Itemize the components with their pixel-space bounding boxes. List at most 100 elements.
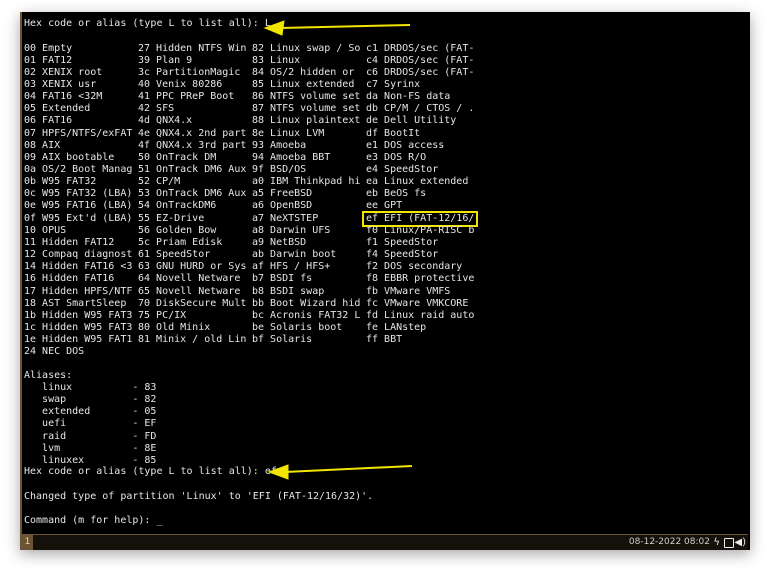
partition-type-entry: 11 Hidden FAT12: [24, 237, 114, 249]
partition-type-entry: c6 DRDOS/sec (FAT-: [366, 67, 474, 79]
partition-type-entry: be Solaris boot: [252, 322, 342, 334]
partition-type-entry: fd Linux raid auto: [366, 310, 474, 322]
partition-type-entry: 1b Hidden W95 FAT3: [24, 310, 132, 322]
partition-type-entry: 0c W95 FAT32 (LBA): [24, 188, 132, 200]
terminal-output[interactable]: Hex code or alias (type L to list all): …: [22, 12, 748, 535]
partition-type-entry: 0b W95 FAT32: [24, 176, 96, 188]
partition-type-entry: 54 OnTrackDM6: [138, 200, 216, 212]
partition-type-entry: 12 Compaq diagnost: [24, 249, 132, 261]
partition-type-entry: 86 NTFS volume set: [252, 91, 360, 103]
partition-type-entry: f2 DOS secondary: [366, 261, 462, 273]
partition-type-entry: 42 SFS: [138, 103, 174, 115]
partition-type-entry: 61 SpeedStor: [138, 249, 210, 261]
partition-type-entry: 53 OnTrack DM6 Aux: [138, 188, 246, 200]
partition-type-entry: af HFS / HFS+: [252, 261, 330, 273]
partition-type-entry: 01 FAT12: [24, 55, 72, 67]
partition-type-entry: 24 NEC DOS: [24, 346, 84, 358]
power-icon[interactable]: ϟ: [713, 537, 720, 548]
partition-type-entry: 0f W95 Ext'd (LBA): [24, 213, 132, 225]
partition-type-entry: b7 BSDI fs: [252, 273, 312, 285]
partition-type-entry: 51 OnTrack DM6 Aux: [138, 164, 246, 176]
partition-type-entry: 14 Hidden FAT16 <3: [24, 261, 132, 273]
partition-type-entry: 09 AIX bootable: [24, 152, 114, 164]
partition-type-entry: fc VMware VMKCORE: [366, 298, 468, 310]
partition-type-entry: 4e QNX4.x 2nd part: [138, 128, 246, 140]
partition-type-entry: 16 Hidden FAT16: [24, 273, 114, 285]
partition-type-entry: 0a OS/2 Boot Manag: [24, 164, 132, 176]
partition-type-entry: 50 OnTrack DM: [138, 152, 216, 164]
partition-type-entry: fb VMware VMFS: [366, 286, 450, 298]
partition-type-entry: 00 Empty: [24, 43, 72, 55]
partition-type-entry: a7 NeXTSTEP: [252, 213, 318, 225]
partition-type-entry: 9f BSD/OS: [252, 164, 306, 176]
partition-type-entry: 07 HPFS/NTFS/exFAT: [24, 128, 132, 140]
partition-type-entry: a8 Darwin UFS: [252, 225, 330, 237]
partition-type-entry: 88 Linux plaintext: [252, 115, 360, 127]
partition-type-entry: f1 SpeedStor: [366, 237, 438, 249]
partition-type-entry: 0e W95 FAT16 (LBA): [24, 200, 132, 212]
partition-type-entry: bc Acronis FAT32 L: [252, 310, 360, 322]
partition-type-entry: 82 Linux swap / So: [252, 43, 360, 55]
volume-icon[interactable]: ◀): [734, 537, 746, 548]
terminal-window: Hex code or alias (type L to list all): …: [20, 12, 750, 550]
partition-type-entry: 56 Golden Bow: [138, 225, 216, 237]
partition-type-entry: eb BeOS fs: [366, 188, 426, 200]
partition-type-entry: c4 DRDOS/sec (FAT-: [366, 55, 474, 67]
partition-type-entry: 05 Extended: [24, 103, 90, 115]
partition-type-entry: 55 EZ-Drive: [138, 213, 204, 225]
partition-type-entry: 4f QNX4.x 3rd part: [138, 140, 246, 152]
partition-type-entry: 5c Priam Edisk: [138, 237, 222, 249]
alias-entry: uefi - EF: [24, 418, 156, 430]
partition-type-entry: b8 BSDI swap: [252, 286, 324, 298]
partition-type-entry: f8 EBBR protective: [366, 273, 474, 285]
partition-type-entry: 1c Hidden W95 FAT3: [24, 322, 132, 334]
partition-type-entry: 70 DiskSecure Mult: [138, 298, 246, 310]
partition-type-entry: 17 Hidden HPFS/NTF: [24, 286, 132, 298]
partition-type-entry: 81 Minix / old Lin: [138, 334, 246, 346]
partition-type-entry: 52 CP/M: [138, 176, 180, 188]
command-prompt[interactable]: Command (m for help): _: [24, 515, 162, 527]
partition-type-entry: c1 DRDOS/sec (FAT-: [366, 43, 474, 55]
workspace-indicator[interactable]: 1: [22, 535, 33, 550]
aliases-header: Aliases:: [24, 370, 72, 382]
alias-entry: extended - 05: [24, 406, 156, 418]
partition-type-entry: 3c PartitionMagic: [138, 67, 240, 79]
partition-type-entry: 10 OPUS: [24, 225, 66, 237]
clock: 08-12-2022 08:02: [629, 535, 710, 550]
highlighted-efi-entry: ef EFI (FAT-12/16/: [364, 213, 476, 225]
partition-type-entry: 06 FAT16: [24, 115, 72, 127]
partition-type-entry: df BootIt: [366, 128, 420, 140]
partition-type-entry: 63 GNU HURD or Sys: [138, 261, 246, 273]
alias-entry: lvm - 8E: [24, 443, 156, 455]
battery-icon[interactable]: [724, 538, 734, 548]
partition-type-entry: 4d QNX4.x: [138, 115, 192, 127]
partition-type-entry: 8e Linux LVM: [252, 128, 324, 140]
partition-type-entry: 93 Amoeba: [252, 140, 306, 152]
partition-type-entry: c7 Syrinx: [366, 79, 420, 91]
partition-type-entry: 08 AIX: [24, 140, 60, 152]
partition-type-entry: 18 AST SmartSleep: [24, 298, 126, 310]
partition-type-entry: 65 Novell Netware: [138, 286, 240, 298]
alias-entry: linux - 83: [24, 382, 156, 394]
partition-type-entry: ff BBT: [366, 334, 402, 346]
partition-type-entry: bf Solaris: [252, 334, 312, 346]
hex-prompt-ef: Hex code or alias (type L to list all): …: [24, 466, 277, 478]
partition-type-entry: 39 Plan 9: [138, 55, 192, 67]
alias-entry: raid - FD: [24, 431, 156, 443]
partition-type-entry: f4 SpeedStor: [366, 249, 438, 261]
partition-type-entry: 1e Hidden W95 FAT1: [24, 334, 132, 346]
partition-type-entry: 02 XENIX root: [24, 67, 102, 79]
status-bar: 1 08-12-2022 08:02 ϟ ◀): [22, 535, 748, 550]
partition-type-entry: bb Boot Wizard hid: [252, 298, 360, 310]
partition-type-entry: e3 DOS R/O: [366, 152, 426, 164]
partition-type-entry: e1 DOS access: [366, 140, 444, 152]
partition-type-entry: 27 Hidden NTFS Win: [138, 43, 246, 55]
partition-type-entry: f0 Linux/PA-RISC b: [366, 225, 474, 237]
partition-type-entry: 40 Venix 80286: [138, 79, 222, 91]
partition-type-entry: 80 Old Minix: [138, 322, 210, 334]
partition-type-entry: 83 Linux: [252, 55, 300, 67]
partition-type-entry: a0 IBM Thinkpad hi: [252, 176, 360, 188]
alias-entry: swap - 82: [24, 394, 156, 406]
partition-type-entry: e4 SpeedStor: [366, 164, 438, 176]
partition-type-entry: db CP/M / CTOS / .: [366, 103, 474, 115]
